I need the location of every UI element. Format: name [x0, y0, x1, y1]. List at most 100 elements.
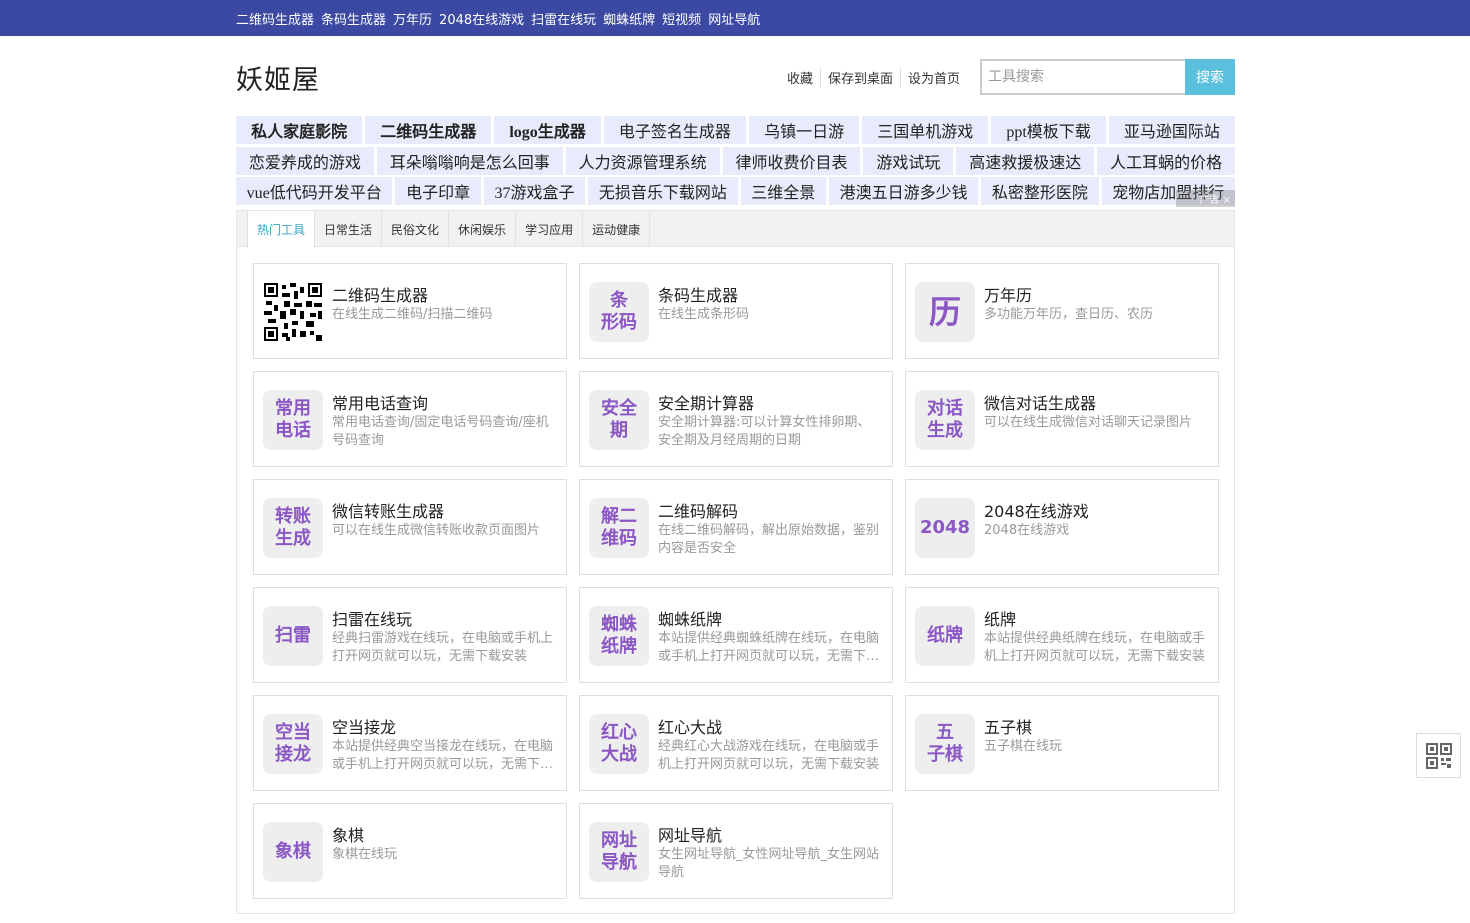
- ad-link[interactable]: 三维全景: [740, 177, 826, 205]
- tool-description: 经典扫雷游戏在线玩，在电脑或手机上打开网页就可以玩，无需下载安装: [332, 631, 554, 664]
- ad-link[interactable]: 无损音乐下载网站: [588, 177, 738, 205]
- tab-sports-health[interactable]: 运动健康: [583, 211, 651, 247]
- save-to-desktop-link[interactable]: 保存到桌面: [819, 67, 900, 87]
- tab-hot-tools[interactable]: 热门工具: [247, 211, 316, 248]
- top-nav-link[interactable]: 万年历: [393, 9, 432, 28]
- tool-description: 常用电话查询/固定电话号码查询/座机号码查询: [332, 415, 549, 448]
- tool-title[interactable]: 网址导航: [658, 822, 722, 846]
- ad-link[interactable]: 人工耳蜗的价格: [1097, 147, 1236, 175]
- ad-link[interactable]: 乌镇一日游: [749, 116, 860, 144]
- tool-title[interactable]: 象棋: [332, 822, 364, 846]
- ad-link[interactable]: logo生成器: [494, 116, 601, 144]
- tool-title[interactable]: 蜘蛛纸牌: [658, 606, 722, 630]
- ad-link[interactable]: 电子印章: [395, 177, 481, 205]
- top-nav-link[interactable]: 扫雷在线玩: [531, 9, 596, 28]
- tool-card[interactable]: 历万年历 多功能万年历，查日历、农历: [905, 263, 1219, 359]
- ad-link[interactable]: 三国单机游戏: [862, 116, 989, 144]
- search-button[interactable]: 搜索: [1185, 59, 1235, 95]
- ad-link[interactable]: 游戏试玩: [863, 147, 954, 175]
- top-nav-link[interactable]: 条码生成器: [321, 9, 386, 28]
- tool-card[interactable]: 纸牌 纸牌 本站提供经典纸牌在线玩，在电脑或手机上打开网页就可以玩，无需下载安装: [905, 587, 1219, 683]
- ad-link[interactable]: 律师收费价目表: [722, 147, 861, 175]
- tool-card[interactable]: 二维码生成器 在线生成二维码/扫描二维码: [253, 263, 567, 359]
- ad-link[interactable]: 电子签名生成器: [603, 116, 746, 144]
- tool-title[interactable]: 空当接龙: [332, 714, 396, 738]
- tool-title[interactable]: 五子棋: [984, 714, 1032, 738]
- tool-title[interactable]: 条码生成器: [658, 282, 738, 306]
- ad-row: 私人家庭影院 二维码生成器 logo生成器 电子签名生成器 乌镇一日游 三国单机…: [236, 116, 1235, 144]
- tool-icon: 转账 生成: [263, 498, 323, 558]
- search-bar: 搜索: [980, 59, 1235, 95]
- tool-description: 2048在线游戏: [984, 523, 1070, 538]
- ad-link[interactable]: 37游戏盒子: [483, 177, 586, 205]
- tool-card[interactable]: 安全期安全期计算器 安全期计算器:可以计算女性排卵期、安全期及月经周期的日期: [579, 371, 893, 467]
- bookmark-link[interactable]: 收藏: [780, 68, 820, 87]
- top-nav-link[interactable]: 二维码生成器: [236, 9, 314, 28]
- tool-icon: 历: [915, 282, 975, 342]
- tool-title[interactable]: 二维码生成器: [332, 282, 428, 306]
- tool-card[interactable]: 条形码 条码生成器 在线生成条形码: [579, 263, 893, 359]
- tool-title[interactable]: 扫雷在线玩: [332, 606, 412, 630]
- tool-title[interactable]: 纸牌: [984, 606, 1016, 630]
- tool-description: 本站提供经典纸牌在线玩，在电脑或手机上打开网页就可以玩，无需下载安装: [984, 631, 1206, 664]
- tool-description: 安全期计算器:可以计算女性排卵期、安全期及月经周期的日期: [658, 415, 871, 448]
- tool-description: 可以在线生成微信对话聊天记录图片: [984, 415, 1193, 430]
- tab-daily-life[interactable]: 日常生活: [315, 211, 383, 247]
- tool-card[interactable]: 空当 接龙 空当接龙 本站提供经典空当接龙在线玩，在电脑或手机上打开网页就可以玩，无需…: [253, 695, 567, 791]
- tool-description: 在线生成条形码: [658, 307, 750, 322]
- tool-title[interactable]: 二维码解码: [658, 498, 738, 522]
- ad-link[interactable]: 港澳五日游多少钱: [828, 177, 979, 205]
- tool-description: 在线二维码解码，解出原始数据，鉴别内容是否安全: [658, 523, 880, 556]
- tool-card[interactable]: 象棋 象棋 象棋在线玩: [253, 803, 567, 899]
- tool-description: 女生网址导航_女性网址导航_女生网站导航: [658, 847, 880, 880]
- ad-link[interactable]: 二维码生成器: [365, 116, 492, 144]
- tool-card[interactable]: 转账 生成 微信转账生成器 可以在线生成微信转账收款页面图片: [253, 479, 567, 575]
- search-input[interactable]: [980, 59, 1185, 95]
- floating-qr-button[interactable]: [1416, 733, 1461, 778]
- tool-card[interactable]: 网址 导航 网址导航 女生网址导航_女性网址导航_女生网站导航: [579, 803, 893, 899]
- tool-title[interactable]: 安全期计算器: [658, 390, 754, 414]
- ad-link[interactable]: 亚马逊国际站: [1108, 116, 1235, 144]
- tool-title[interactable]: 常用电话查询: [332, 390, 428, 414]
- tool-title[interactable]: 红心大战: [658, 714, 722, 738]
- tool-title[interactable]: 万年历: [984, 282, 1032, 306]
- tab-folk-culture[interactable]: 民俗文化: [382, 211, 450, 247]
- tool-card[interactable]: 扫雷 扫雷在线玩 经典扫雷游戏在线玩，在电脑或手机上打开网页就可以玩，无需下载安装: [253, 587, 567, 683]
- site-title[interactable]: 妖姬屋: [236, 58, 320, 97]
- ad-badge[interactable]: 广告 ×: [1176, 190, 1235, 207]
- tool-description: 本站提供经典蜘蛛纸牌在线玩，在电脑或手机上打开网页就可以玩，无需下载安装: [658, 631, 880, 664]
- tab-learning[interactable]: 学习应用: [516, 211, 584, 247]
- qr-code-icon: [1425, 742, 1452, 769]
- ad-link[interactable]: 高速救援极速达: [956, 147, 1095, 175]
- tool-card[interactable]: 2048 2048在线游戏 2048在线游戏: [905, 479, 1219, 575]
- tool-card[interactable]: 蜘蛛 纸牌 蜘蛛纸牌 本站提供经典蜘蛛纸牌在线玩，在电脑或手机上打开网页就可以玩，无需…: [579, 587, 893, 683]
- qr-code-icon: [263, 282, 323, 342]
- tool-card[interactable]: 对话 生成 微信对话生成器 可以在线生成微信对话聊天记录图片: [905, 371, 1219, 467]
- tool-icon: 五子棋: [915, 714, 975, 774]
- top-nav-link[interactable]: 2048在线游戏: [439, 9, 524, 28]
- top-nav-link[interactable]: 短视频: [662, 9, 701, 28]
- tool-card[interactable]: 五子棋 五子棋 五子棋在线玩: [905, 695, 1219, 791]
- tool-card[interactable]: 红心 大战 红心大战 经典红心大战游戏在线玩，在电脑或手机上打开网页就可以玩，无需下载…: [579, 695, 893, 791]
- category-tab-bar: 热门工具 日常生活 民俗文化 休闲娱乐 学习应用 运动健康: [237, 211, 1234, 248]
- top-nav-link[interactable]: 蜘蛛纸牌: [603, 9, 655, 28]
- ad-link[interactable]: 私密整形医院: [981, 177, 1099, 205]
- top-nav-link[interactable]: 网址导航: [708, 9, 760, 28]
- tool-description: 多功能万年历，查日历、农历: [984, 307, 1154, 322]
- ad-link[interactable]: 耳朵嗡嗡响是怎么回事: [376, 147, 563, 175]
- tool-icon: 象棋: [263, 822, 323, 882]
- tool-card[interactable]: 解二 维码 二维码解码 在线二维码解码，解出原始数据，鉴别内容是否安全: [579, 479, 893, 575]
- tool-title[interactable]: 2048在线游戏: [984, 498, 1089, 522]
- tool-description: 在线生成二维码/扫描二维码: [332, 307, 493, 322]
- tool-title[interactable]: 微信对话生成器: [984, 390, 1096, 414]
- ad-link[interactable]: 恋爱养成的游戏: [236, 147, 374, 175]
- ad-link[interactable]: 私人家庭影院: [236, 116, 363, 144]
- tool-card[interactable]: 常用 电话 常用电话查询 常用电话查询/固定电话号码查询/座机号码查询: [253, 371, 567, 467]
- ad-link[interactable]: vue低代码开发平台: [236, 177, 393, 205]
- ad-link[interactable]: ppt模板下载: [991, 116, 1106, 144]
- ad-link[interactable]: 人力资源管理系统: [565, 147, 720, 175]
- set-homepage-link[interactable]: 设为首页: [899, 67, 967, 87]
- tab-leisure[interactable]: 休闲娱乐: [449, 211, 517, 247]
- tool-title[interactable]: 微信转账生成器: [332, 498, 444, 522]
- tools-panel: 热门工具 日常生活 民俗文化 休闲娱乐 学习应用 运动健康 二维码生成器 在线生成…: [236, 210, 1235, 914]
